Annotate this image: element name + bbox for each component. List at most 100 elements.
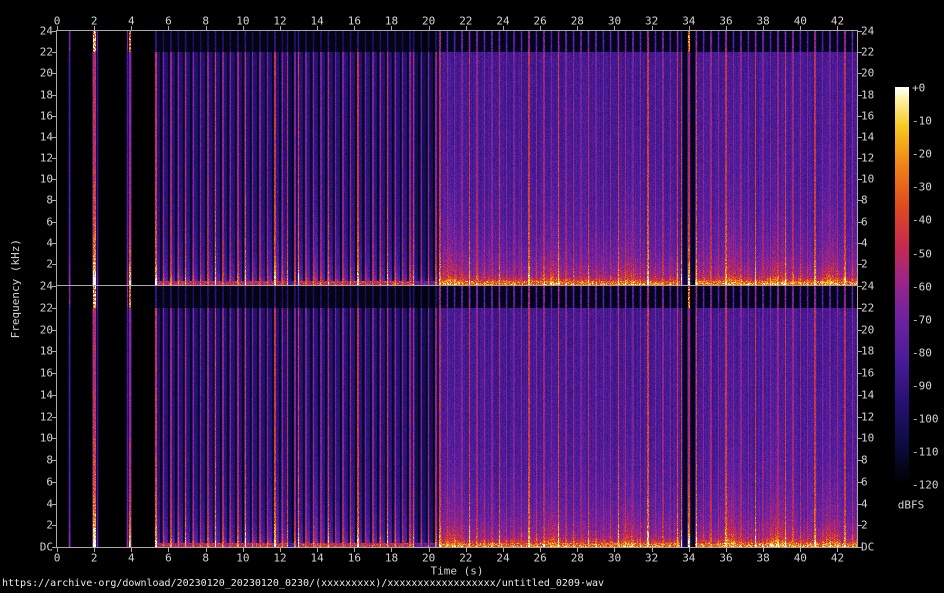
tick-mark: [858, 460, 862, 461]
tick-mark: [763, 548, 764, 552]
tick-mark: [52, 73, 56, 74]
y-tick-label-right: 22: [861, 302, 874, 313]
x-tick-label-top: 34: [682, 16, 695, 27]
colorbar-unit-label: dBFS: [898, 499, 925, 512]
y-tick-label-left: 10: [40, 174, 53, 185]
x-axis-title: Time (s): [431, 565, 484, 578]
x-tick-label-top: 0: [54, 16, 61, 27]
tick-mark: [57, 26, 58, 30]
tick-mark: [858, 395, 862, 396]
tick-mark: [858, 330, 862, 331]
y-tick-label-right: 10: [861, 174, 874, 185]
tick-mark: [858, 264, 862, 265]
tick-mark: [726, 548, 727, 552]
tick-mark: [94, 26, 95, 30]
spectrogram-view: 0022446688101012121414161618182020222224…: [0, 0, 944, 593]
colorbar-tick-label: -90: [912, 380, 932, 391]
x-tick-label-top: 20: [422, 16, 435, 27]
x-tick-label-bottom: 4: [128, 553, 135, 564]
tick-mark: [52, 158, 56, 159]
tick-mark: [837, 548, 838, 552]
tick-mark: [540, 548, 541, 552]
tick-mark: [52, 264, 56, 265]
y-tick-label-left: DC: [40, 542, 53, 553]
tick-mark: [52, 286, 56, 287]
y-tick-label-left: 24: [40, 281, 53, 292]
tick-mark: [52, 222, 56, 223]
y-tick-label-right: 24: [861, 281, 874, 292]
tick-mark: [858, 243, 862, 244]
tick-mark: [52, 52, 56, 53]
colorbar-tick-label: -70: [912, 314, 932, 325]
tick-mark: [577, 548, 578, 552]
tick-mark: [858, 137, 862, 138]
tick-mark: [652, 26, 653, 30]
colorbar-tick-label: -80: [912, 347, 932, 358]
plot-frame-top: [56, 30, 858, 31]
x-tick-label-top: 2: [91, 16, 98, 27]
dbfs-colorbar: [895, 87, 909, 484]
y-tick-label-left: 14: [40, 389, 53, 400]
y-tick-label-left: 16: [40, 368, 53, 379]
tick-mark: [52, 525, 56, 526]
tick-mark: [858, 417, 862, 418]
tick-mark: [52, 504, 56, 505]
tick-mark: [52, 137, 56, 138]
x-tick-label-bottom: 8: [202, 553, 209, 564]
x-tick-label-bottom: 0: [54, 553, 61, 564]
spectrogram-channel-1: [57, 31, 857, 285]
tick-mark: [763, 26, 764, 30]
x-tick-label-top: 36: [719, 16, 732, 27]
x-tick-label-bottom: 16: [348, 553, 361, 564]
y-tick-label-right: 20: [861, 68, 874, 79]
x-tick-label-bottom: 32: [645, 553, 658, 564]
tick-mark: [280, 26, 281, 30]
tick-mark: [652, 548, 653, 552]
tick-mark: [800, 26, 801, 30]
x-tick-label-top: 18: [385, 16, 398, 27]
tick-mark: [429, 548, 430, 552]
y-tick-label-right: 14: [861, 389, 874, 400]
tick-mark: [131, 548, 132, 552]
tick-mark: [52, 417, 56, 418]
tick-mark: [354, 548, 355, 552]
x-tick-label-bottom: 36: [719, 553, 732, 564]
tick-mark: [577, 26, 578, 30]
x-tick-label-bottom: 18: [385, 553, 398, 564]
tick-mark: [52, 395, 56, 396]
colorbar-tick-label: -30: [912, 182, 932, 193]
spectrogram-channel-2: [57, 286, 857, 547]
y-tick-label-left: 20: [40, 324, 53, 335]
x-tick-label-top: 42: [831, 16, 844, 27]
tick-mark: [52, 95, 56, 96]
y-tick-label-left: 22: [40, 302, 53, 313]
y-tick-label-right: 14: [861, 131, 874, 142]
x-tick-label-bottom: 28: [571, 553, 584, 564]
tick-mark: [858, 95, 862, 96]
tick-mark: [168, 548, 169, 552]
tick-mark: [858, 547, 862, 548]
tick-mark: [503, 26, 504, 30]
tick-mark: [837, 26, 838, 30]
x-tick-label-top: 16: [348, 16, 361, 27]
y-tick-label-left: 12: [40, 153, 53, 164]
x-tick-label-top: 10: [236, 16, 249, 27]
x-tick-label-bottom: 6: [165, 553, 172, 564]
tick-mark: [52, 31, 56, 32]
tick-mark: [858, 31, 862, 32]
tick-mark: [94, 548, 95, 552]
tick-mark: [858, 373, 862, 374]
tick-mark: [858, 351, 862, 352]
x-tick-label-top: 40: [794, 16, 807, 27]
tick-mark: [858, 482, 862, 483]
plot-frame-right: [857, 30, 858, 548]
colorbar-tick-label: -60: [912, 281, 932, 292]
x-tick-label-bottom: 14: [311, 553, 324, 564]
x-tick-label-bottom: 26: [534, 553, 547, 564]
tick-mark: [540, 26, 541, 30]
x-tick-label-top: 12: [273, 16, 286, 27]
tick-mark: [726, 26, 727, 30]
plot-frame-left: [56, 30, 57, 548]
y-tick-label-right: 24: [861, 26, 874, 37]
source-url-caption: https://archive·org/download/20230120_20…: [2, 578, 604, 589]
